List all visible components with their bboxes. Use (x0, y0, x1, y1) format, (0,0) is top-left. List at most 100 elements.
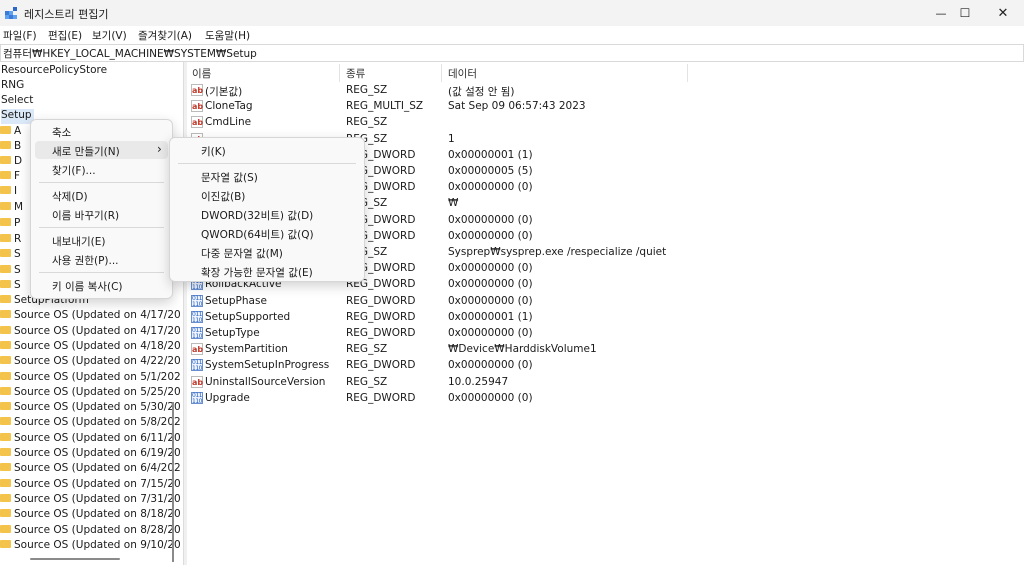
tree-item[interactable]: Source OS (Updated on 4/22/20 (0, 355, 180, 370)
tree-item[interactable]: Source OS (Updated on 6/11/20 (0, 432, 180, 447)
tree-item[interactable]: S (0, 264, 21, 279)
submenu-string-value[interactable]: 문자열 값(S) (170, 167, 364, 185)
menu-permissions[interactable]: 사용 권한(P)... (31, 250, 172, 268)
value-data: ₩ (448, 197, 459, 210)
tree-item[interactable]: Source OS (Updated on 8/18/20 (0, 508, 180, 523)
folder-icon (0, 539, 11, 548)
submenu-qword-value[interactable]: QWORD(64비트) 값(Q) (170, 224, 364, 242)
submenu-dword-value[interactable]: DWORD(32비트) 값(D) (170, 205, 364, 223)
folder-icon (0, 463, 11, 472)
column-divider[interactable] (687, 64, 688, 82)
menu-collapse[interactable]: 축소 (31, 122, 172, 140)
tree-item[interactable]: Source OS (Updated on 4/18/20 (0, 340, 180, 355)
tree-item[interactable]: P (0, 217, 20, 232)
menu-view[interactable]: 보기(V) (92, 28, 127, 43)
menu-divider (39, 272, 164, 273)
string-value-icon: ab (191, 375, 204, 388)
tree-item[interactable]: Source OS (Updated on 6/19/20 (0, 447, 180, 462)
menu-edit[interactable]: 편집(E) (48, 28, 82, 43)
column-header-data[interactable]: 데이터 (448, 66, 477, 81)
tree-item[interactable]: B (0, 140, 21, 155)
menu-rename[interactable]: 이름 바꾸기(R) (31, 205, 172, 223)
tree-item[interactable]: Source OS (Updated on 4/17/20 (0, 325, 180, 340)
tree-item[interactable]: Source OS (Updated on 5/25/20 (0, 386, 180, 401)
menu-export[interactable]: 내보내기(E) (31, 231, 172, 249)
tree-item-label: F (14, 170, 21, 182)
menu-delete[interactable]: 삭제(D) (31, 186, 172, 204)
close-button[interactable]: ✕ (980, 0, 1024, 26)
value-row[interactable]: 011 110 SetupType REG_DWORD 0x00000000 (0) (187, 326, 1024, 342)
submenu-binary-value[interactable]: 이진값(B) (170, 186, 364, 204)
tree-item-label: P (14, 217, 21, 229)
tree-item-label: D (14, 155, 23, 167)
submenu-expandable-string-value[interactable]: 확장 가능한 문자열 값(E) (170, 262, 364, 280)
tree-item[interactable]: Source OS (Updated on 8/28/20 (0, 524, 180, 539)
tree-item-label: Source OS (Updated on 8/28/20 (14, 523, 180, 536)
tree-item-label: R (14, 233, 22, 245)
context-menu: 축소 새로 만들기(N) › 찾기(F)... 삭제(D) 이름 바꾸기(R) 내… (30, 119, 173, 299)
menu-file[interactable]: 파일(F) (3, 28, 37, 43)
tree-item[interactable]: Source OS (Updated on 7/15/20 (0, 478, 180, 493)
tree-item-label: Source OS (Updated on 6/4/202 (14, 462, 180, 475)
menu-favorites[interactable]: 즐겨찾기(A) (138, 28, 192, 43)
tree-item[interactable]: Select (1, 94, 33, 109)
new-submenu: 키(K) 문자열 값(S) 이진값(B) DWORD(32비트) 값(D) QW… (169, 137, 365, 282)
value-row[interactable]: ab CmdLine REG_SZ (187, 115, 1024, 131)
tree-item[interactable]: Source OS (Updated on 5/30/20 (0, 401, 180, 416)
tree-item[interactable]: S (0, 279, 21, 294)
tree-item[interactable]: M (0, 201, 23, 216)
menu-divider (39, 182, 164, 183)
submenu-key[interactable]: 키(K) (170, 141, 364, 159)
tree-item[interactable]: F (0, 170, 20, 185)
value-row[interactable]: 011 110 SystemSetupInProgress REG_DWORD 0x00… (187, 358, 1024, 374)
registry-app-icon (5, 7, 17, 19)
tree-item[interactable]: ResourcePolicyStore (1, 64, 107, 79)
tree-item[interactable]: Source OS (Updated on 6/4/202 (0, 462, 180, 477)
tree-horizontal-scrollbar[interactable] (30, 558, 120, 560)
value-row[interactable]: ab SystemPartition REG_SZ ₩Device₩HarddiskV… (187, 342, 1024, 358)
tree-item[interactable]: Source OS (Updated on 9/10/20 (0, 539, 180, 554)
value-row[interactable]: 011 110 SetupPhase REG_DWORD 0x00000000 (0) (187, 294, 1024, 310)
tree-item[interactable]: Source OS (Updated on 7/31/20 (0, 493, 180, 508)
binary-value-icon: 011110 (191, 294, 203, 308)
tree-item-label: S (14, 264, 21, 276)
value-name: SystemSetupInProgress (205, 359, 330, 372)
value-row[interactable]: 011 110 SetupSupported REG_DWORD 0x00000001 … (187, 310, 1024, 326)
value-type: REG_SZ (346, 84, 388, 96)
column-divider[interactable] (339, 64, 340, 82)
value-row[interactable]: 011 110 Upgrade REG_DWORD 0x00000000 (0) (187, 391, 1024, 407)
tree-item-selected-setup[interactable]: Setup (1, 109, 34, 124)
folder-icon (0, 432, 11, 441)
value-row[interactable]: ab (기본값) REG_SZ (값 설정 안 됨) (187, 83, 1024, 99)
folder-icon (0, 402, 11, 411)
tree-item[interactable]: R (0, 233, 21, 248)
tree-item[interactable]: S (0, 248, 21, 263)
tree-item[interactable]: D (0, 155, 22, 170)
tree-item[interactable]: RNG (1, 79, 24, 94)
folder-icon (0, 186, 11, 194)
tree-item-label: S (14, 248, 21, 260)
tree-scrollbar-thumb[interactable] (172, 402, 174, 562)
column-header-name[interactable]: 이름 (192, 66, 211, 81)
tree-item[interactable]: A (0, 125, 21, 140)
binary-value-icon: 011110 (191, 391, 203, 405)
tree-item[interactable]: Source OS (Updated on 4/17/20 (0, 309, 180, 324)
menu-find[interactable]: 찾기(F)... (31, 160, 172, 178)
column-divider[interactable] (441, 64, 442, 82)
tree-item[interactable]: Source OS (Updated on 5/1/202 (0, 371, 180, 386)
submenu-multi-string-value[interactable]: 다중 문자열 값(M) (170, 243, 364, 261)
menu-copy-key-name[interactable]: 키 이름 복사(C) (31, 276, 172, 294)
menu-new[interactable]: 새로 만들기(N) › (35, 141, 168, 159)
submenu-binary-value-label: 이진값(B) (201, 191, 246, 203)
value-name: SetupPhase (205, 294, 267, 307)
folder-icon (0, 371, 11, 380)
value-row[interactable]: ab CloneTag REG_MULTI_SZ Sat Sep 09 06:57:4… (187, 99, 1024, 115)
tree-item[interactable]: I (0, 185, 17, 200)
tree-item-label: Source OS (Updated on 4/22/20 (14, 355, 180, 368)
tree-item-label: S (14, 279, 21, 291)
value-row[interactable]: ab UninstallSourceVersion REG_SZ 10.0.25947 (187, 375, 1024, 391)
menu-help[interactable]: 도움말(H) (205, 28, 250, 43)
tree-item[interactable]: Source OS (Updated on 5/8/202 (0, 416, 180, 431)
column-header-type[interactable]: 종류 (346, 66, 365, 81)
address-bar[interactable]: 컴퓨터₩HKEY_LOCAL_MACHINE₩SYSTEM₩Setup (0, 44, 1024, 62)
